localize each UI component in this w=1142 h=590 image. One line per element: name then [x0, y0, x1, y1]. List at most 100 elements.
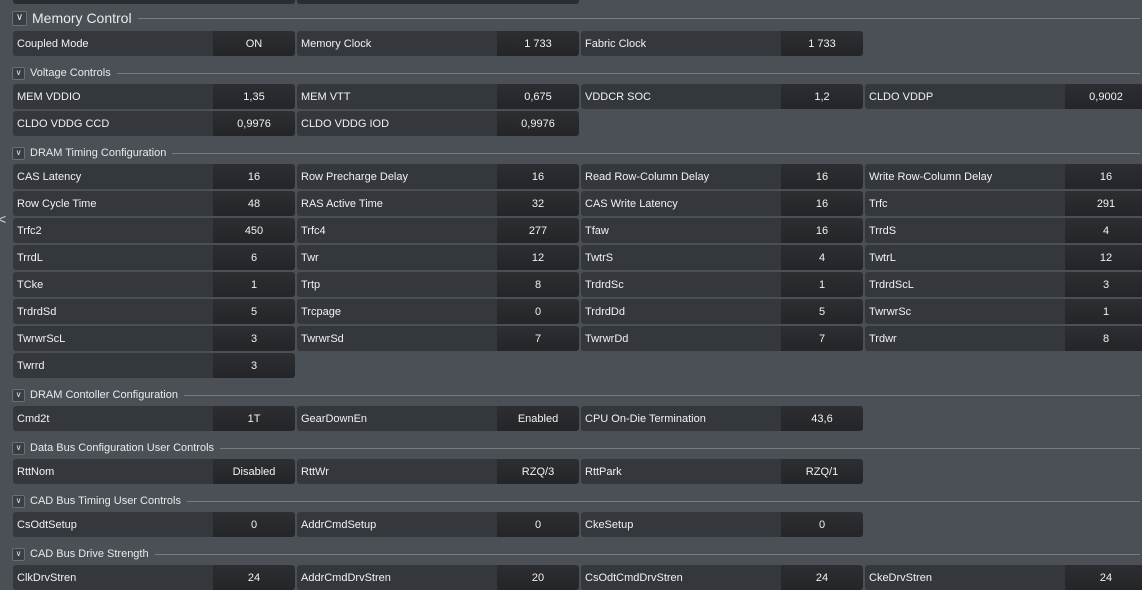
setting-value[interactable]: 7: [497, 326, 579, 351]
setting-value[interactable]: 20: [497, 565, 579, 590]
setting-trtp[interactable]: Trtp 8: [297, 272, 579, 297]
setting-value[interactable]: 7: [781, 326, 863, 351]
setting-trdrdsc[interactable]: TrdrdSc 1: [581, 272, 863, 297]
setting-value[interactable]: 8: [497, 272, 579, 297]
setting-value[interactable]: 1 733: [497, 31, 579, 56]
setting-value[interactable]: Enabled: [497, 406, 579, 431]
setting-value[interactable]: RZQ/3: [497, 459, 579, 484]
setting-row-precharge-delay[interactable]: Row Precharge Delay 16: [297, 164, 579, 189]
setting-value[interactable]: 277: [497, 218, 579, 243]
setting-csodtcmddrvstren[interactable]: CsOdtCmdDrvStren 24: [581, 565, 863, 590]
chevron-down-icon[interactable]: ∨: [12, 146, 25, 160]
setting-trfc2[interactable]: Trfc2 450: [13, 218, 295, 243]
setting-value[interactable]: 48: [213, 191, 295, 216]
chevron-down-icon[interactable]: ∨: [12, 547, 25, 561]
section-header-dram-controller[interactable]: ∨ DRAM Contoller Configuration: [0, 388, 1142, 402]
setting-value[interactable]: 16: [781, 164, 863, 189]
setting-value[interactable]: 0,9002: [1065, 84, 1142, 109]
setting-value[interactable]: 1: [1065, 299, 1142, 324]
setting-value[interactable]: 5: [213, 299, 295, 324]
setting-value[interactable]: 450: [213, 218, 295, 243]
setting-cldo-vddg-ccd[interactable]: CLDO VDDG CCD 0,9976: [13, 111, 295, 136]
setting-value[interactable]: 8: [1065, 326, 1142, 351]
setting-value[interactable]: RZQ/1: [781, 459, 863, 484]
section-header-voltage-controls[interactable]: ∨ Voltage Controls: [0, 66, 1142, 80]
setting-cmd2t[interactable]: Cmd2t 1T: [13, 406, 295, 431]
setting-value[interactable]: 0,9976: [497, 111, 579, 136]
setting-trdwr[interactable]: Trdwr 8: [865, 326, 1142, 351]
setting-value[interactable]: 1,2: [781, 84, 863, 109]
setting-value[interactable]: ON: [213, 31, 295, 56]
setting-mem-vddio[interactable]: MEM VDDIO 1,35: [13, 84, 295, 109]
setting-value[interactable]: 16: [1065, 164, 1142, 189]
chevron-down-icon[interactable]: ∨: [12, 66, 25, 80]
setting-geardownen[interactable]: GearDownEn Enabled: [297, 406, 579, 431]
setting-value[interactable]: 0,675: [497, 84, 579, 109]
chevron-left-icon[interactable]: <: [0, 212, 6, 226]
setting-trfc4[interactable]: Trfc4 277: [297, 218, 579, 243]
setting-coupled-mode[interactable]: Coupled Mode ON: [13, 31, 295, 56]
setting-twrwrdd[interactable]: TwrwrDd 7: [581, 326, 863, 351]
setting-write-row-column-delay[interactable]: Write Row-Column Delay 16: [865, 164, 1142, 189]
setting-cldo-vddg-iod[interactable]: CLDO VDDG IOD 0,9976: [297, 111, 579, 136]
chevron-down-icon[interactable]: ∨: [12, 10, 27, 26]
setting-value[interactable]: 24: [1065, 565, 1142, 590]
setting-value[interactable]: 5: [781, 299, 863, 324]
setting-rttwr[interactable]: RttWr RZQ/3: [297, 459, 579, 484]
setting-trdrdsd[interactable]: TrdrdSd 5: [13, 299, 295, 324]
setting-value[interactable]: 0,9976: [213, 111, 295, 136]
setting-vddcr-soc[interactable]: VDDCR SOC 1,2: [581, 84, 863, 109]
setting-value[interactable]: 32: [497, 191, 579, 216]
setting-trfc[interactable]: Trfc 291: [865, 191, 1142, 216]
setting-value[interactable]: 0: [781, 512, 863, 537]
setting-value[interactable]: 12: [1065, 245, 1142, 270]
setting-twrwrscl[interactable]: TwrwrScL 3: [13, 326, 295, 351]
setting-ckedrvstren[interactable]: CkeDrvStren 24: [865, 565, 1142, 590]
setting-cpu-on-die-termination[interactable]: CPU On-Die Termination 43,6: [581, 406, 863, 431]
setting-value[interactable]: 43,6: [781, 406, 863, 431]
setting-value[interactable]: 0: [497, 512, 579, 537]
setting-mem-vtt[interactable]: MEM VTT 0,675: [297, 84, 579, 109]
setting-trrds[interactable]: TrrdS 4: [865, 218, 1142, 243]
setting-cas-latency[interactable]: CAS Latency 16: [13, 164, 295, 189]
setting-trdrdscl[interactable]: TrdrdScL 3: [865, 272, 1142, 297]
setting-trrdl[interactable]: TrrdL 6: [13, 245, 295, 270]
setting-value[interactable]: 12: [497, 245, 579, 270]
setting-trdrddd[interactable]: TrdrdDd 5: [581, 299, 863, 324]
setting-addrcmddrvstren[interactable]: AddrCmdDrvStren 20: [297, 565, 579, 590]
setting-value[interactable]: 1: [781, 272, 863, 297]
setting-value[interactable]: Disabled: [213, 459, 295, 484]
section-header-dram-timing[interactable]: ∨ DRAM Timing Configuration: [0, 146, 1142, 160]
setting-value[interactable]: 16: [497, 164, 579, 189]
setting-twr[interactable]: Twr 12: [297, 245, 579, 270]
setting-value[interactable]: 6: [213, 245, 295, 270]
setting-read-row-column-delay[interactable]: Read Row-Column Delay 16: [581, 164, 863, 189]
setting-value[interactable]: 24: [781, 565, 863, 590]
section-header-cad-drive[interactable]: ∨ CAD Bus Drive Strength: [0, 547, 1142, 561]
setting-value[interactable]: 1T: [213, 406, 295, 431]
setting-clkdrvstren[interactable]: ClkDrvStren 24: [13, 565, 295, 590]
setting-value[interactable]: 1,35: [213, 84, 295, 109]
chevron-down-icon[interactable]: ∨: [12, 388, 25, 402]
setting-rttpark[interactable]: RttPark RZQ/1: [581, 459, 863, 484]
setting-twrwrsc[interactable]: TwrwrSc 1: [865, 299, 1142, 324]
setting-rttnom[interactable]: RttNom Disabled: [13, 459, 295, 484]
setting-cldo-vddp[interactable]: CLDO VDDP 0,9002: [865, 84, 1142, 109]
setting-twtrs[interactable]: TwtrS 4: [581, 245, 863, 270]
setting-value[interactable]: 3: [213, 353, 295, 378]
setting-value[interactable]: 3: [1065, 272, 1142, 297]
setting-value[interactable]: 1: [213, 272, 295, 297]
setting-cas-write-latency[interactable]: CAS Write Latency 16: [581, 191, 863, 216]
setting-value[interactable]: 0: [213, 512, 295, 537]
section-header-data-bus[interactable]: ∨ Data Bus Configuration User Controls: [0, 441, 1142, 455]
setting-addrcmdsetup[interactable]: AddrCmdSetup 0: [297, 512, 579, 537]
setting-value[interactable]: 24: [213, 565, 295, 590]
setting-value[interactable]: 4: [1065, 218, 1142, 243]
setting-value[interactable]: 0: [497, 299, 579, 324]
setting-tcke[interactable]: TCke 1: [13, 272, 295, 297]
setting-tfaw[interactable]: Tfaw 16: [581, 218, 863, 243]
setting-value[interactable]: 16: [781, 191, 863, 216]
setting-twrwrsd[interactable]: TwrwrSd 7: [297, 326, 579, 351]
setting-ckesetup[interactable]: CkeSetup 0: [581, 512, 863, 537]
setting-twrrd[interactable]: Twrrd 3: [13, 353, 295, 378]
